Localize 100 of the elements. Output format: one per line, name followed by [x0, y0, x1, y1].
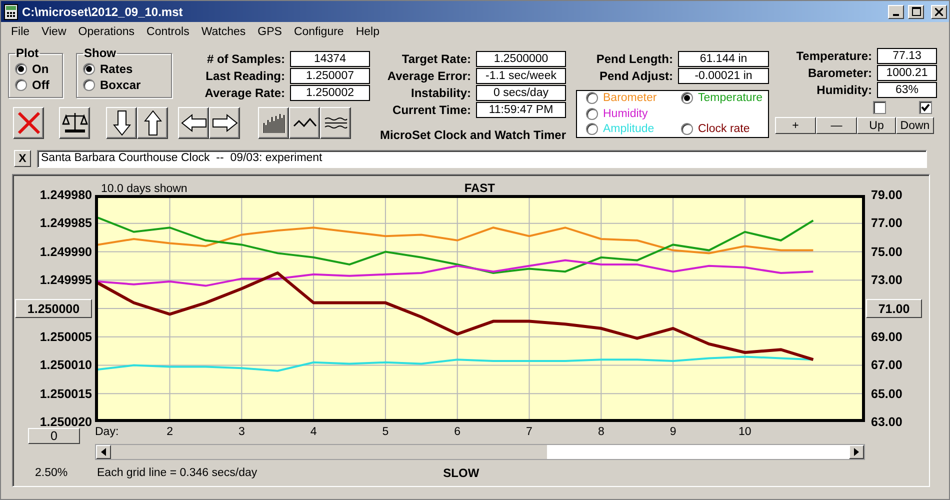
axis-label: 3	[238, 426, 245, 438]
bar-graph-icon	[262, 113, 284, 133]
field-label: Temperature:	[796, 49, 872, 63]
menu-item[interactable]: Controls	[140, 26, 196, 38]
menu-item[interactable]: Help	[350, 26, 386, 38]
grid-note: Each grid line = 0.346 secs/day	[96, 467, 258, 479]
bar-graph-button[interactable]	[258, 107, 289, 139]
delete-icon	[16, 110, 42, 136]
axis-label: 10	[738, 426, 752, 438]
field-label: Average Rate:	[204, 86, 285, 100]
adjust-button[interactable]: +	[775, 117, 816, 134]
axis-label: 75.00	[871, 244, 902, 259]
calculator-icon	[4, 4, 18, 20]
menu-item[interactable]: Configure	[288, 26, 350, 38]
value-field: -0.00021 in	[678, 68, 769, 84]
field-label: Target Rate:	[402, 52, 471, 66]
left-triangle-icon	[101, 448, 106, 456]
fast-label: FAST	[464, 181, 495, 195]
field-label: Pend Adjust:	[599, 69, 673, 83]
field-label: Barometer:	[808, 66, 872, 80]
zigzag-line-button[interactable]	[289, 107, 320, 139]
field-label: Instability:	[410, 86, 471, 100]
minimize-icon	[893, 14, 899, 16]
field-label: Pend Length:	[596, 52, 673, 66]
checkbox[interactable]	[919, 101, 932, 114]
axis-label: 79.00	[871, 188, 902, 202]
right-arrow-icon	[212, 114, 238, 132]
value-field: 77.13	[877, 48, 937, 64]
maximize-icon	[912, 7, 920, 16]
field-label: Last Reading:	[206, 69, 285, 83]
percent-label: 2.50%	[34, 467, 68, 479]
zero-button[interactable]: 0	[28, 428, 80, 444]
axis-label: 63.00	[871, 415, 902, 429]
center-temperature-button[interactable]: 71.00	[866, 299, 922, 318]
axis-label: 1.249985	[40, 216, 92, 230]
axis-label: 73.00	[871, 273, 902, 288]
axis-label: 4	[310, 426, 317, 438]
axis-label: 1.249980	[40, 188, 92, 202]
up-arrow-icon	[144, 110, 162, 136]
app-name: MicroSet Clock and Watch Timer	[378, 128, 566, 142]
right-triangle-icon	[854, 448, 859, 456]
radio-option[interactable]: Rates	[83, 62, 165, 76]
clear-note-button[interactable]: X	[14, 150, 31, 167]
value-field: 1000.21	[877, 65, 937, 81]
group-title: Plot	[15, 46, 40, 60]
maximize-button[interactable]	[908, 4, 924, 18]
axis-label: 7	[526, 426, 532, 438]
delete-button[interactable]	[13, 107, 44, 139]
legend-option[interactable]: Clock rate	[681, 123, 776, 135]
up-arrow-button[interactable]	[137, 107, 168, 139]
center-rate-button[interactable]: 1.250000	[15, 299, 92, 318]
wavy-lines-button[interactable]	[320, 107, 351, 139]
slow-label: SLOW	[443, 466, 480, 480]
axis-label: 67.00	[871, 358, 902, 372]
field-label: Average Error:	[387, 69, 471, 83]
radio-option[interactable]: Off	[15, 78, 56, 92]
day-label: Day:	[95, 426, 119, 438]
menu-item[interactable]: Watches	[195, 26, 252, 38]
checkbox[interactable]	[873, 101, 886, 114]
close-button[interactable]	[931, 4, 947, 18]
note-field[interactable]: Santa Barbara Courthouse Clock -- 09/03: experiment	[37, 150, 927, 168]
axis-label: 9	[670, 426, 676, 438]
adjust-button[interactable]: Down	[896, 117, 934, 134]
value-field: 0 secs/day	[476, 85, 566, 101]
balance-icon	[62, 111, 88, 135]
field-label: Humidity:	[816, 83, 872, 97]
axis-label: 69.00	[871, 330, 902, 344]
radio-option[interactable]: Boxcar	[83, 78, 165, 92]
axis-label: 2	[166, 426, 173, 438]
legend-option[interactable]: Humidity	[586, 108, 681, 120]
wavy-lines-icon	[324, 116, 348, 130]
axis-label: 8	[598, 426, 604, 438]
left-arrow-icon	[180, 114, 206, 132]
down-arrow-icon	[112, 110, 130, 136]
left-arrow-button[interactable]	[178, 107, 209, 139]
scroll-bar[interactable]	[95, 444, 865, 460]
axis-label: 1.250010	[40, 358, 92, 372]
menu-item[interactable]: Operations	[72, 26, 141, 38]
menu-item[interactable]: File	[5, 26, 36, 38]
field-label: # of Samples:	[206, 52, 285, 66]
days-shown-label: 10.0 days shown	[101, 183, 188, 195]
right-arrow-button[interactable]	[209, 107, 240, 139]
axis-label: 1.250005	[40, 330, 92, 344]
axis-label: 1.250020	[40, 415, 92, 429]
adjust-button[interactable]: Up	[857, 117, 896, 134]
balance-button[interactable]	[59, 107, 90, 139]
value-field: 61.144 in	[678, 51, 769, 67]
down-arrow-button[interactable]	[106, 107, 137, 139]
zigzag-line-icon	[292, 116, 316, 130]
radio-option[interactable]: On	[15, 62, 56, 76]
field-label: Current Time:	[392, 103, 471, 117]
adjust-button[interactable]: —	[816, 117, 857, 134]
minimize-button[interactable]	[888, 4, 904, 18]
menu-item[interactable]: View	[36, 26, 72, 38]
axis-label: 1.250015	[40, 386, 92, 401]
menu-item[interactable]: GPS	[252, 26, 288, 38]
value-field: 1.250007	[290, 68, 370, 84]
value-field: 1.250002	[290, 85, 370, 101]
group-title: Show	[83, 46, 117, 60]
close-icon	[935, 8, 943, 16]
